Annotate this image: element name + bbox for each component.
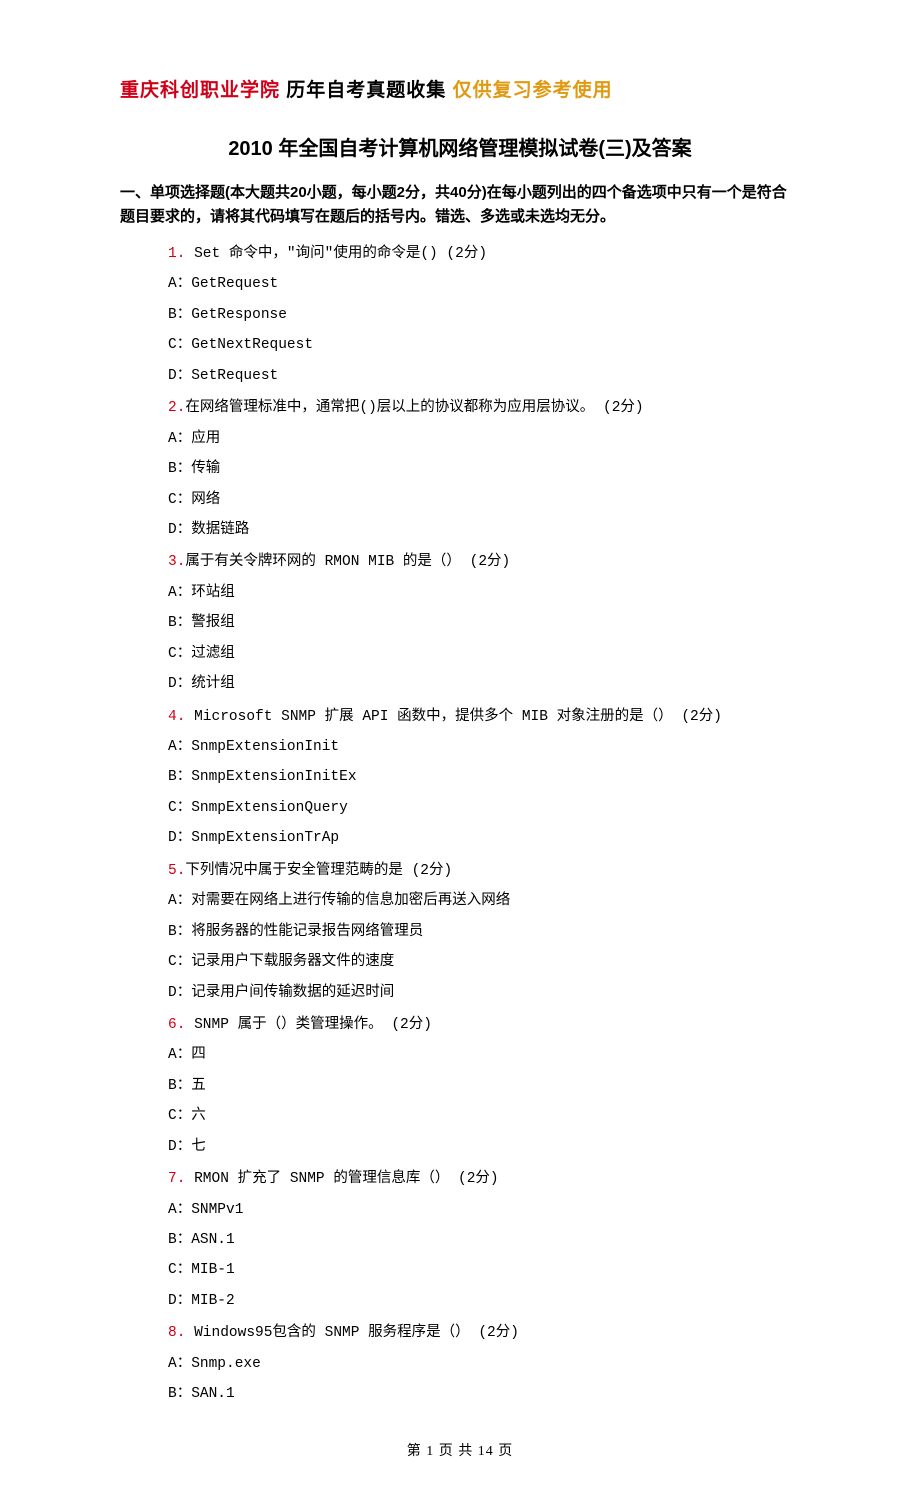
question-number: 2. <box>168 400 185 416</box>
question-stem: 6. SNMP 属于（）类管理操作。 (2分) <box>168 1010 800 1040</box>
option-line: B：将服务器的性能记录报告网络管理员 <box>168 917 800 947</box>
question-block: 5.下列情况中属于安全管理范畴的是 (2分)A：对需要在网络上进行传输的信息加密… <box>168 856 800 1008</box>
option-line: B：ASN.1 <box>168 1225 800 1255</box>
option-line: A：环站组 <box>168 578 800 608</box>
option-line: A：Snmp.exe <box>168 1349 800 1379</box>
question-number: 5. <box>168 863 185 879</box>
question-stem: 1. Set 命令中，"询问"使用的命令是() (2分) <box>168 239 800 269</box>
option-line: D：SnmpExtensionTrAp <box>168 823 800 853</box>
question-text: 属于有关令牌环网的 RMON MIB 的是（） (2分) <box>185 554 510 570</box>
question-stem: 4. Microsoft SNMP 扩展 API 函数中，提供多个 MIB 对象… <box>168 702 800 732</box>
college-header: 重庆科创职业学院 历年自考真题收集 仅供复习参考使用 <box>120 75 800 102</box>
option-line: C：网络 <box>168 485 800 515</box>
question-number: 8. <box>168 1325 185 1341</box>
option-line: B：传输 <box>168 454 800 484</box>
option-line: C：记录用户下载服务器文件的速度 <box>168 947 800 977</box>
option-line: A：应用 <box>168 424 800 454</box>
option-line: D：数据链路 <box>168 515 800 545</box>
option-line: D：七 <box>168 1132 800 1162</box>
option-line: D：记录用户间传输数据的延迟时间 <box>168 978 800 1008</box>
option-line: A：对需要在网络上进行传输的信息加密后再送入网络 <box>168 886 800 916</box>
question-stem: 3.属于有关令牌环网的 RMON MIB 的是（） (2分) <box>168 547 800 577</box>
option-line: A：SNMPv1 <box>168 1195 800 1225</box>
option-line: B：SAN.1 <box>168 1379 800 1409</box>
question-block: 7. RMON 扩充了 SNMP 的管理信息库（） (2分)A：SNMPv1B：… <box>168 1164 800 1316</box>
document-title: 2010 年全国自考计算机网络管理模拟试卷(三)及答案 <box>120 132 800 161</box>
question-number: 3. <box>168 554 185 570</box>
option-line: A：四 <box>168 1040 800 1070</box>
question-number: 4. <box>168 709 185 725</box>
question-number: 6. <box>168 1017 185 1033</box>
option-line: A：SnmpExtensionInit <box>168 732 800 762</box>
option-line: B：五 <box>168 1071 800 1101</box>
question-block: 3.属于有关令牌环网的 RMON MIB 的是（） (2分)A：环站组B：警报组… <box>168 547 800 699</box>
question-text: 下列情况中属于安全管理范畴的是 (2分) <box>185 863 452 879</box>
question-number: 7. <box>168 1171 185 1187</box>
option-line: A：GetRequest <box>168 269 800 299</box>
question-text: Set 命令中，"询问"使用的命令是() (2分) <box>185 246 487 262</box>
header-mid: 历年自考真题收集 <box>280 80 453 101</box>
question-block: 8. Windows95包含的 SNMP 服务程序是（） (2分)A：Snmp.… <box>168 1318 800 1409</box>
option-line: D：MIB-2 <box>168 1286 800 1316</box>
document-page: 重庆科创职业学院 历年自考真题收集 仅供复习参考使用 2010 年全国自考计算机… <box>0 0 920 1500</box>
question-text: SNMP 属于（）类管理操作。 (2分) <box>185 1017 432 1033</box>
option-line: B：警报组 <box>168 608 800 638</box>
question-text: Windows95包含的 SNMP 服务程序是（） (2分) <box>185 1325 519 1341</box>
option-line: C：SnmpExtensionQuery <box>168 793 800 823</box>
option-line: D：SetRequest <box>168 361 800 391</box>
question-number: 1. <box>168 246 185 262</box>
college-name: 重庆科创职业学院 <box>120 80 280 101</box>
option-line: C：GetNextRequest <box>168 330 800 360</box>
option-line: C：MIB-1 <box>168 1255 800 1285</box>
page-footer: 第 1 页 共 14 页 <box>120 1440 800 1460</box>
questions-list: 1. Set 命令中，"询问"使用的命令是() (2分)A：GetRequest… <box>120 239 800 1410</box>
question-stem: 8. Windows95包含的 SNMP 服务程序是（） (2分) <box>168 1318 800 1348</box>
question-stem: 7. RMON 扩充了 SNMP 的管理信息库（） (2分) <box>168 1164 800 1194</box>
question-block: 4. Microsoft SNMP 扩展 API 函数中，提供多个 MIB 对象… <box>168 702 800 854</box>
option-line: B：GetResponse <box>168 300 800 330</box>
question-block: 6. SNMP 属于（）类管理操作。 (2分)A：四B：五C：六D：七 <box>168 1010 800 1162</box>
header-note: 仅供复习参考使用 <box>453 80 613 101</box>
question-block: 1. Set 命令中，"询问"使用的命令是() (2分)A：GetRequest… <box>168 239 800 391</box>
question-text: 在网络管理标准中，通常把()层以上的协议都称为应用层协议。 (2分) <box>185 400 643 416</box>
section-instructions: 一、单项选择题(本大题共20小题，每小题2分，共40分)在每小题列出的四个备选项… <box>120 181 800 229</box>
option-line: C：过滤组 <box>168 639 800 669</box>
option-line: D：统计组 <box>168 669 800 699</box>
option-line: B：SnmpExtensionInitEx <box>168 762 800 792</box>
option-line: C：六 <box>168 1101 800 1131</box>
question-stem: 5.下列情况中属于安全管理范畴的是 (2分) <box>168 856 800 886</box>
question-stem: 2.在网络管理标准中，通常把()层以上的协议都称为应用层协议。 (2分) <box>168 393 800 423</box>
question-text: RMON 扩充了 SNMP 的管理信息库（） (2分) <box>185 1171 498 1187</box>
question-block: 2.在网络管理标准中，通常把()层以上的协议都称为应用层协议。 (2分)A：应用… <box>168 393 800 545</box>
question-text: Microsoft SNMP 扩展 API 函数中，提供多个 MIB 对象注册的… <box>185 709 722 725</box>
